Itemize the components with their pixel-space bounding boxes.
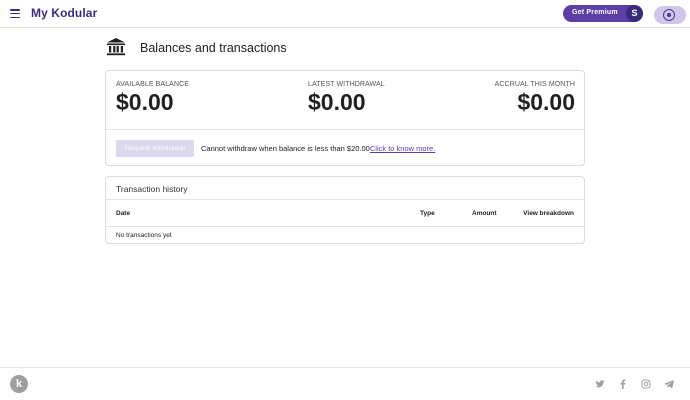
theme-mode-icon bbox=[663, 9, 675, 21]
accrual-this-month-value: $0.00 bbox=[517, 89, 575, 115]
request-withdrawal-label: Request withdrawal bbox=[124, 145, 186, 152]
get-premium-button[interactable]: Get Premium S bbox=[563, 5, 643, 22]
column-header-view-breakdown: View breakdown bbox=[523, 210, 574, 217]
facebook-icon[interactable] bbox=[618, 379, 628, 389]
column-header-type: Type bbox=[420, 210, 435, 217]
menu-icon[interactable] bbox=[10, 9, 20, 19]
transaction-history-card: Transaction history Date Type Amount Vie… bbox=[105, 176, 585, 244]
kodular-logo[interactable]: k bbox=[10, 375, 28, 393]
accrual-this-month-label: ACCRUAL THIS MONTH bbox=[494, 81, 575, 88]
instagram-icon[interactable] bbox=[641, 379, 651, 389]
available-balance-label: AVAILABLE BALANCE bbox=[116, 81, 190, 88]
latest-withdrawal-label: LATEST WITHDRAWAL bbox=[308, 81, 385, 88]
bank-icon bbox=[107, 38, 125, 56]
footer: k bbox=[0, 367, 690, 400]
empty-transactions-message: No transactions yet bbox=[116, 232, 172, 239]
divider bbox=[106, 129, 584, 130]
transaction-history-title: Transaction history bbox=[116, 184, 188, 194]
divider bbox=[106, 226, 584, 227]
app-title[interactable]: My Kodular bbox=[31, 6, 97, 20]
column-header-date: Date bbox=[116, 210, 131, 217]
divider bbox=[106, 199, 584, 200]
available-balance-value: $0.00 bbox=[116, 89, 174, 115]
know-more-link[interactable]: Click to know more. bbox=[370, 144, 435, 153]
page-title: Balances and transactions bbox=[140, 41, 287, 55]
telegram-icon[interactable] bbox=[664, 379, 674, 389]
column-header-amount: Amount bbox=[472, 210, 497, 217]
get-premium-label: Get Premium bbox=[572, 9, 618, 16]
request-withdrawal-button[interactable]: Request withdrawal bbox=[116, 140, 194, 157]
latest-withdrawal-value: $0.00 bbox=[308, 89, 366, 115]
twitter-icon[interactable] bbox=[595, 379, 605, 389]
withdraw-message: Cannot withdraw when balance is less tha… bbox=[201, 144, 435, 153]
balances-card: AVAILABLE BALANCE $0.00 LATEST WITHDRAWA… bbox=[105, 70, 585, 166]
theme-toggle[interactable] bbox=[654, 6, 686, 24]
top-app-bar: My Kodular Get Premium S bbox=[0, 0, 690, 28]
avatar: S bbox=[626, 5, 643, 22]
withdraw-message-text: Cannot withdraw when balance is less tha… bbox=[201, 144, 370, 153]
